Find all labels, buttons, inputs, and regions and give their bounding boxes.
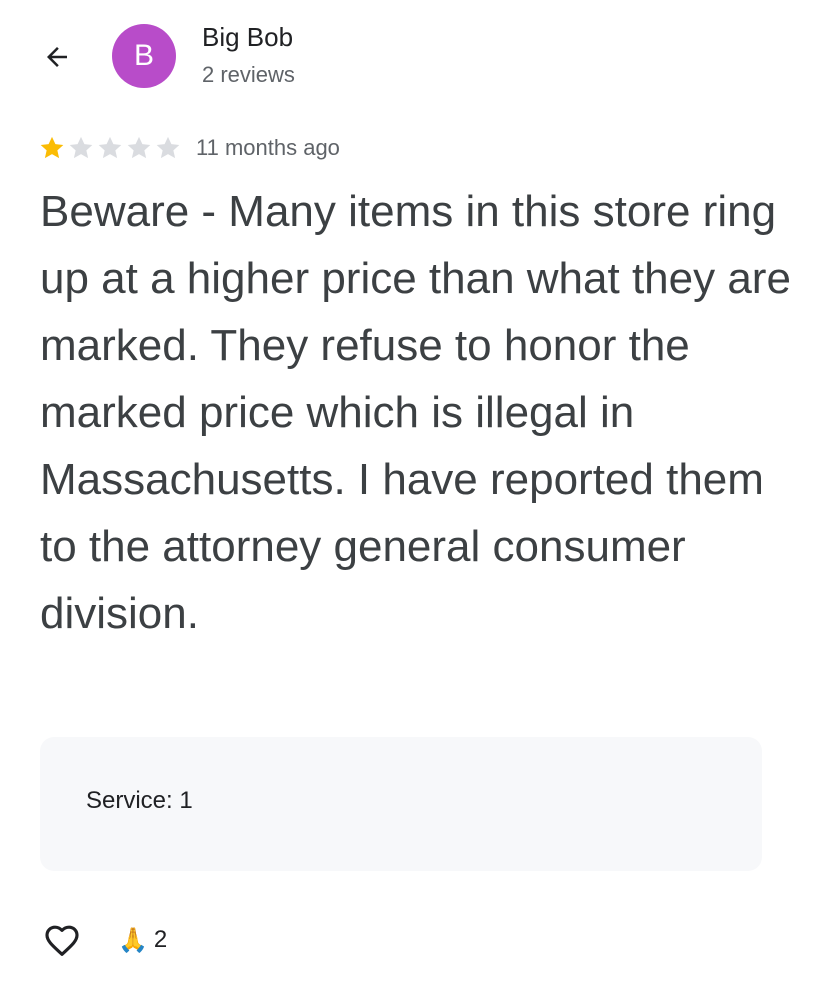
reaction-count: 2 (153, 926, 168, 953)
heart-outline-icon (45, 925, 79, 956)
review-time: 11 months ago (196, 135, 340, 160)
avatar-letter: B (133, 39, 154, 72)
folded-hands-icon: 🙏 (118, 926, 148, 954)
review-text: Beware - Many items in this store ring u… (40, 187, 791, 638)
star-empty-icon (127, 136, 151, 159)
arrow-left-icon (47, 47, 67, 67)
star-filled-icon (40, 136, 64, 159)
star-empty-icon (69, 136, 93, 159)
star-empty-icon (156, 136, 180, 159)
review-actions: 🙏 2 (40, 912, 167, 968)
reviewer-header: B Big Bob 2 reviews (0, 0, 834, 110)
like-button[interactable] (36, 914, 88, 966)
author-review-count: 2 reviews (202, 62, 295, 87)
reaction-chip[interactable]: 🙏 2 (118, 926, 167, 954)
rating-row: 11 months ago (38, 132, 340, 164)
author-name[interactable]: Big Bob (202, 22, 293, 53)
service-rating: Service: 1 (86, 787, 193, 814)
review-attributes: Service: 1 (40, 737, 762, 871)
star-rating (38, 134, 182, 162)
star-empty-icon (98, 136, 122, 159)
avatar[interactable]: B (112, 24, 176, 88)
back-button[interactable] (34, 34, 80, 80)
